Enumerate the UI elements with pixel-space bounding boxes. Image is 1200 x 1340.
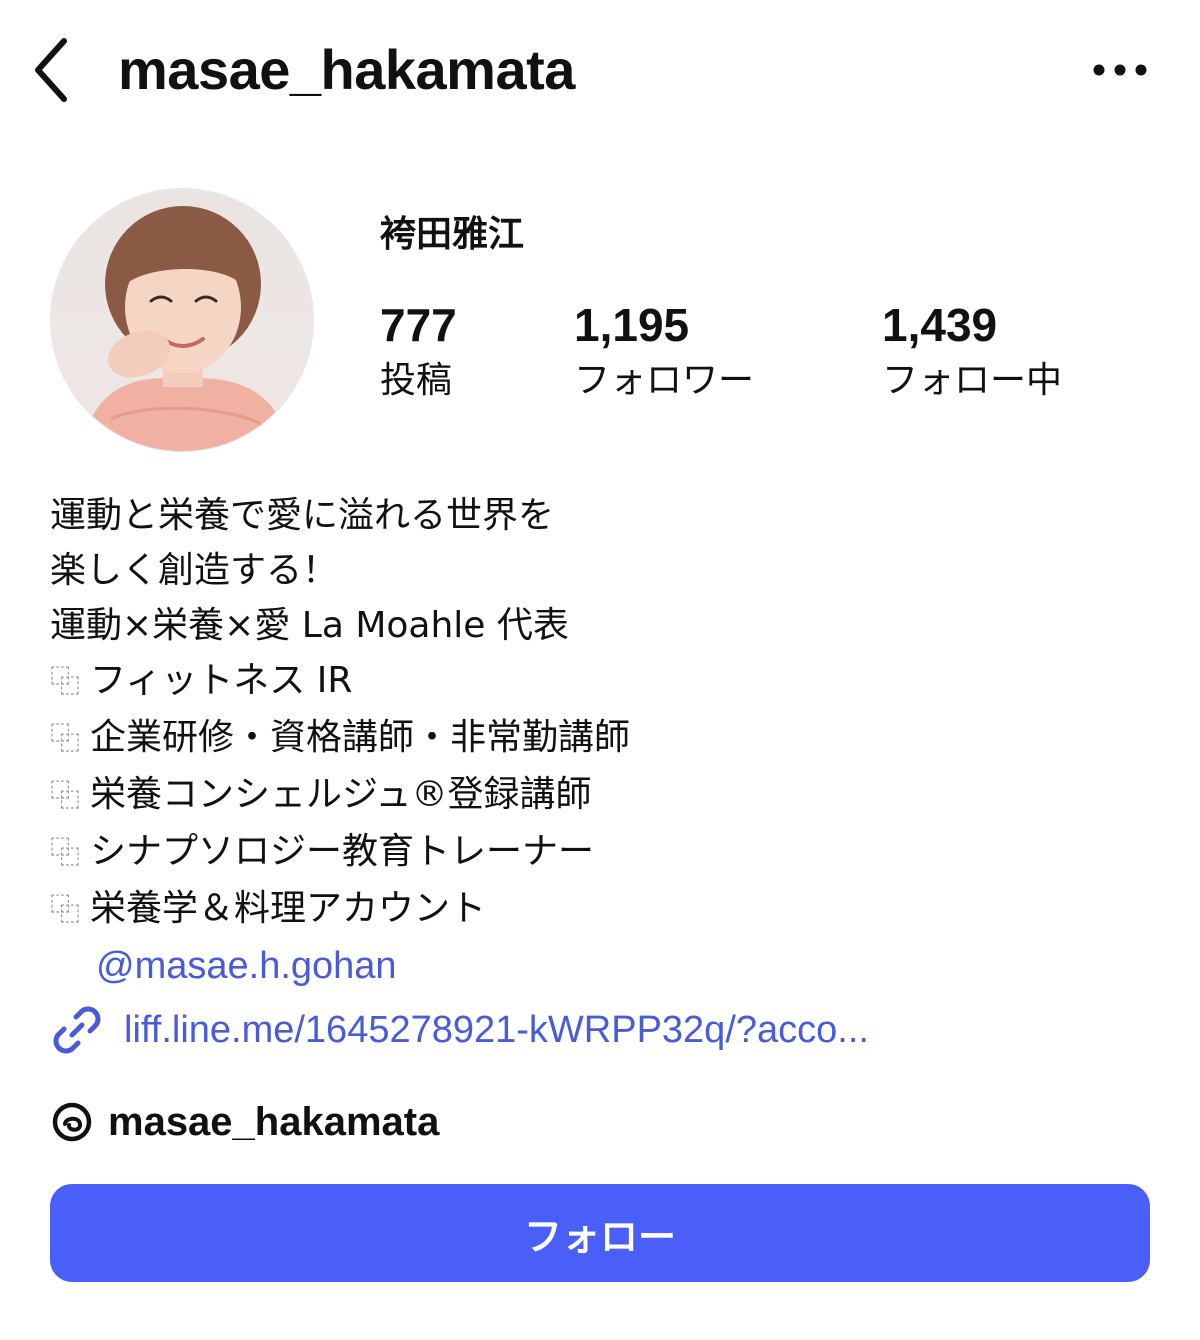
threads-icon bbox=[52, 1102, 92, 1142]
bullet-glyph: ⿻ bbox=[50, 779, 80, 814]
bio-bullet-text: 企業研修・資格講師・非常勤講師 bbox=[90, 717, 631, 758]
bio-bullet-text: フィットネス IR bbox=[90, 660, 353, 701]
link-icon bbox=[53, 1006, 101, 1054]
top-navigation-bar: masae_hakamata bbox=[0, 0, 1200, 140]
bio-line: 運動と栄養で愛に溢れる世界を bbox=[50, 495, 555, 536]
avatar[interactable] bbox=[50, 188, 314, 452]
threads-handle: masae_hakamata bbox=[108, 1099, 440, 1144]
bio-bullet-text: 栄養学＆料理アカウント bbox=[90, 888, 487, 929]
bullet-glyph: ⿻ bbox=[50, 893, 80, 928]
more-horizontal-icon bbox=[1093, 64, 1147, 76]
bullet-glyph: ⿻ bbox=[50, 836, 80, 871]
bio-bullet-line: ⿻フィットネス IR bbox=[50, 653, 1150, 710]
bio-bullet-text: 栄養コンシェルジュ®登録講師 bbox=[90, 774, 592, 815]
threads-badge[interactable]: masae_hakamata bbox=[50, 1092, 439, 1152]
chevron-left-icon bbox=[35, 38, 67, 102]
bio-bullet-line: ⿻栄養コンシェルジュ®登録講師 bbox=[50, 767, 1150, 824]
bio-bullet-text: シナプソロジー教育トレーナー bbox=[90, 831, 595, 872]
stat-followers[interactable]: 1,195 フォロワー bbox=[574, 296, 754, 408]
bio-line: 楽しく創造する！ bbox=[50, 550, 339, 591]
followers-label: フォロワー bbox=[574, 360, 755, 401]
bio-bullet-line: ⿻シナプソロジー教育トレーナー bbox=[50, 824, 1150, 881]
following-count: 1,439 bbox=[882, 299, 998, 351]
bio-line: 運動×栄養×愛 La Moahle 代表 bbox=[50, 605, 569, 646]
follow-button[interactable]: フォロー bbox=[50, 1184, 1150, 1282]
page-title: masae_hakamata bbox=[118, 38, 575, 101]
bullet-glyph: ⿻ bbox=[50, 722, 80, 757]
back-button[interactable] bbox=[20, 30, 80, 110]
posts-count: 777 bbox=[380, 299, 457, 351]
display-name: 袴田雅江 bbox=[380, 214, 525, 255]
profile-photo bbox=[51, 189, 313, 451]
bio-bullet-line: ⿻企業研修・資格講師・非常勤講師 bbox=[50, 710, 1150, 767]
profile-link-text: liff.line.me/1645278921-kWRPP32q/?acco..… bbox=[124, 1008, 869, 1051]
posts-label: 投稿 bbox=[380, 360, 453, 401]
bullet-glyph: ⿻ bbox=[50, 665, 80, 700]
profile-link[interactable]: liff.line.me/1645278921-kWRPP32q/?acco..… bbox=[50, 998, 869, 1062]
followers-count: 1,195 bbox=[574, 299, 690, 351]
stat-posts[interactable]: 777 投稿 bbox=[380, 296, 457, 408]
bio-bullet-line: ⿻栄養学＆料理アカウント bbox=[50, 881, 1150, 938]
stat-following[interactable]: 1,439 フォロー中 bbox=[882, 296, 1062, 408]
bio: 運動と栄養で愛に溢れる世界を 楽しく創造する！ 運動×栄養×愛 La Moahl… bbox=[50, 488, 1150, 994]
bio-mention-link[interactable]: @masae.h.gohan bbox=[96, 938, 1150, 994]
following-label: フォロー中 bbox=[882, 360, 1063, 401]
more-options-button[interactable] bbox=[1090, 40, 1150, 100]
